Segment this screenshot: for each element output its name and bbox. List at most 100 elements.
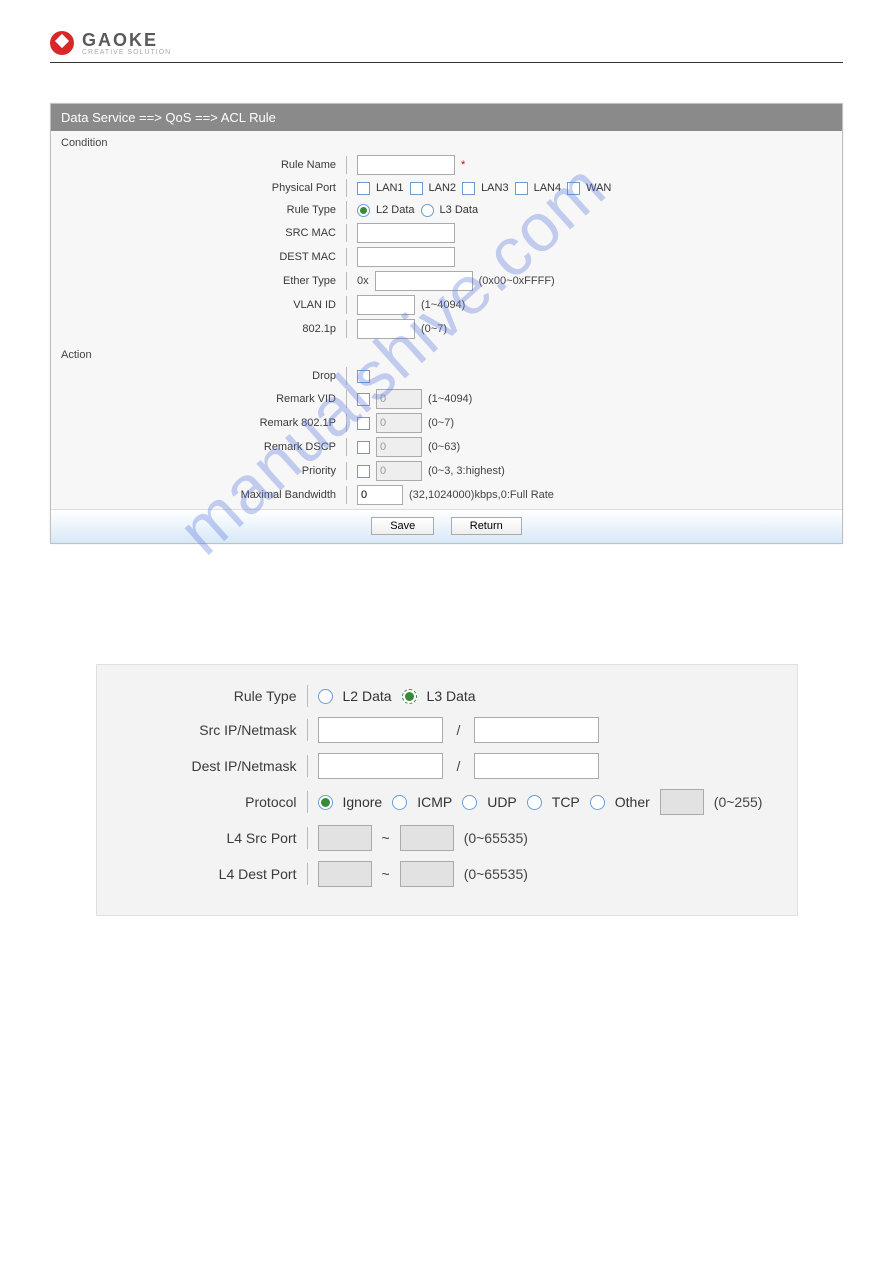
max-bw-input[interactable] — [357, 485, 403, 505]
remark-8021p-hint: (0~7) — [428, 417, 454, 429]
physical-port-label: Physical Port — [51, 182, 346, 194]
remark-vid-label: Remark VID — [51, 393, 346, 405]
ether-type-label: Ether Type — [51, 275, 346, 287]
divider — [307, 685, 308, 707]
protocol-tcp-label: TCP — [552, 794, 580, 810]
l4-src-hint: (0~65535) — [464, 830, 528, 846]
l4-src-label: L4 Src Port — [97, 830, 307, 846]
dest-ip-input[interactable] — [318, 753, 443, 779]
priority-label: Priority — [51, 465, 346, 477]
src-netmask-input[interactable] — [474, 717, 599, 743]
lan3-checkbox[interactable] — [462, 182, 475, 195]
required-mark: * — [461, 159, 465, 171]
page-header: GAOKE CREATIVE SOLUTION — [50, 30, 843, 63]
protocol-tcp-radio[interactable] — [527, 795, 542, 810]
wan-label: WAN — [586, 182, 611, 194]
protocol-other-label: Other — [615, 794, 650, 810]
l4-dest-label: L4 Dest Port — [97, 866, 307, 882]
max-bw-hint: (32,1024000)kbps,0:Full Rate — [409, 489, 554, 501]
src-ip-input[interactable] — [318, 717, 443, 743]
l2-data-label-2: L2 Data — [343, 688, 392, 704]
return-button[interactable]: Return — [451, 517, 522, 535]
l3-data-label: L3 Data — [440, 204, 479, 216]
protocol-other-radio[interactable] — [590, 795, 605, 810]
divider — [346, 367, 347, 385]
acl-rule-panel: Data Service ==> QoS ==> ACL Rule Condit… — [50, 103, 843, 544]
8021p-label: 802.1p — [51, 323, 346, 335]
remark-dscp-input[interactable] — [376, 437, 422, 457]
save-button[interactable]: Save — [371, 517, 434, 535]
remark-dscp-label: Remark DSCP — [51, 441, 346, 453]
divider — [346, 272, 347, 290]
tilde: ~ — [382, 866, 390, 882]
l3-data-radio-2[interactable] — [402, 689, 417, 704]
ether-type-input[interactable] — [375, 271, 473, 291]
protocol-other-input[interactable] — [660, 789, 704, 815]
l2-data-radio[interactable] — [357, 204, 370, 217]
lan1-label: LAN1 — [376, 182, 404, 194]
protocol-udp-label: UDP — [487, 794, 517, 810]
vlan-id-input[interactable] — [357, 295, 415, 315]
brand-name: GAOKE — [82, 30, 158, 50]
protocol-other-hint: (0~255) — [714, 794, 763, 810]
button-bar: Save Return — [51, 509, 842, 543]
remark-dscp-checkbox[interactable] — [357, 441, 370, 454]
wan-checkbox[interactable] — [567, 182, 580, 195]
drop-label: Drop — [51, 370, 346, 382]
divider — [307, 719, 308, 741]
divider — [346, 156, 347, 174]
l4-dest-hint: (0~65535) — [464, 866, 528, 882]
divider — [346, 201, 347, 219]
remark-dscp-hint: (0~63) — [428, 441, 460, 453]
divider — [346, 296, 347, 314]
priority-checkbox[interactable] — [357, 465, 370, 478]
logo-icon — [50, 31, 74, 55]
protocol-ignore-radio[interactable] — [318, 795, 333, 810]
l4-src-to-input[interactable] — [400, 825, 454, 851]
remark-8021p-checkbox[interactable] — [357, 417, 370, 430]
l3-condition-panel: Rule Type L2 Data L3 Data Src IP/Netmask… — [96, 664, 798, 916]
lan2-checkbox[interactable] — [410, 182, 423, 195]
src-ip-label: Src IP/Netmask — [97, 722, 307, 738]
rule-name-input[interactable] — [357, 155, 455, 175]
priority-hint: (0~3, 3:highest) — [428, 465, 505, 477]
divider — [346, 320, 347, 338]
l4-dest-from-input[interactable] — [318, 861, 372, 887]
drop-checkbox[interactable] — [357, 370, 370, 383]
remark-vid-input[interactable] — [376, 389, 422, 409]
divider — [307, 791, 308, 813]
vlan-hint: (1~4094) — [421, 299, 465, 311]
remark-8021p-input[interactable] — [376, 413, 422, 433]
lan4-checkbox[interactable] — [515, 182, 528, 195]
divider — [346, 224, 347, 242]
src-mac-input[interactable] — [357, 223, 455, 243]
l3-data-label-2: L3 Data — [427, 688, 476, 704]
protocol-label: Protocol — [97, 794, 307, 810]
dest-mac-input[interactable] — [357, 247, 455, 267]
l3-data-radio[interactable] — [421, 204, 434, 217]
ether-hint: (0x00~0xFFFF) — [479, 275, 555, 287]
lan1-checkbox[interactable] — [357, 182, 370, 195]
panel-breadcrumb: Data Service ==> QoS ==> ACL Rule — [51, 104, 842, 131]
divider — [346, 462, 347, 480]
slash: / — [457, 722, 461, 738]
l4-src-from-input[interactable] — [318, 825, 372, 851]
8021p-input[interactable] — [357, 319, 415, 339]
l4-dest-to-input[interactable] — [400, 861, 454, 887]
dest-netmask-input[interactable] — [474, 753, 599, 779]
dest-ip-label: Dest IP/Netmask — [97, 758, 307, 774]
action-section-label: Action — [51, 343, 842, 363]
remark-vid-hint: (1~4094) — [428, 393, 472, 405]
priority-input[interactable] — [376, 461, 422, 481]
divider — [346, 414, 347, 432]
l2-data-radio-2[interactable] — [318, 689, 333, 704]
protocol-udp-radio[interactable] — [462, 795, 477, 810]
divider — [346, 486, 347, 504]
protocol-ignore-label: Ignore — [343, 794, 383, 810]
protocol-icmp-radio[interactable] — [392, 795, 407, 810]
divider — [307, 827, 308, 849]
remark-vid-checkbox[interactable] — [357, 393, 370, 406]
lan2-label: LAN2 — [429, 182, 457, 194]
brand-tagline: CREATIVE SOLUTION — [82, 49, 171, 56]
vlan-id-label: VLAN ID — [51, 299, 346, 311]
